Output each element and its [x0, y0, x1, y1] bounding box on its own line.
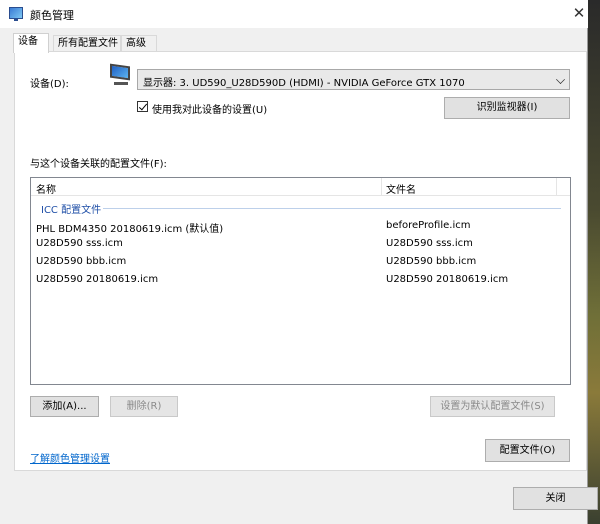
desktop-background	[588, 0, 600, 524]
profile-filename: U28D590 sss.icm	[386, 238, 473, 249]
tab-all-profiles[interactable]: 所有配置文件	[53, 35, 121, 52]
profile-name: PHL BDM4350 20180619.icm (默认值)	[36, 224, 224, 235]
use-my-settings-checkbox[interactable]	[137, 101, 148, 112]
chevron-down-icon	[556, 75, 565, 84]
profile-filename: U28D590 20180619.icm	[386, 274, 509, 285]
remove-profile-button[interactable]: 删除(R)	[110, 396, 178, 417]
set-default-profile-button[interactable]: 设置为默认配置文件(S)	[430, 396, 555, 417]
list-header: 名称 文件名	[31, 178, 570, 196]
profile-name: U28D590 20180619.icm	[36, 274, 159, 285]
list-item[interactable]: PHL BDM4350 20180619.icm (默认值) beforePro…	[31, 218, 570, 236]
close-window-button[interactable]: ✕	[568, 2, 590, 24]
color-management-window: 颜色管理 ✕ 设备 所有配置文件 高级 设备(D): 显示器: 3. UD590…	[0, 0, 598, 524]
column-header-name[interactable]: 名称	[36, 181, 56, 196]
use-my-settings-label[interactable]: 使用我对此设备的设置(U)	[152, 101, 267, 116]
device-select[interactable]: 显示器: 3. UD590_U28D590D (HDMI) - NVIDIA G…	[137, 69, 570, 90]
device-select-value: 显示器: 3. UD590_U28D590D (HDMI) - NVIDIA G…	[143, 78, 465, 89]
profile-name: U28D590 bbb.icm	[36, 256, 127, 267]
title-bar[interactable]: 颜色管理 ✕	[0, 0, 588, 28]
learn-color-management-link[interactable]: 了解颜色管理设置	[30, 450, 110, 465]
profile-filename: U28D590 bbb.icm	[386, 256, 477, 267]
device-label: 设备(D):	[30, 79, 69, 90]
list-item[interactable]: U28D590 20180619.icm U28D590 20180619.ic…	[31, 272, 570, 290]
list-item[interactable]: U28D590 bbb.icm U28D590 bbb.icm	[31, 254, 570, 272]
group-label-icc: ICC 配置文件	[41, 205, 102, 216]
associated-profiles-label: 与这个设备关联的配置文件(F):	[30, 159, 167, 170]
profile-filename: beforeProfile.icm	[386, 220, 471, 231]
column-divider[interactable]	[556, 178, 557, 196]
column-header-filename[interactable]: 文件名	[386, 181, 416, 196]
list-item[interactable]: U28D590 sss.icm U28D590 sss.icm	[31, 236, 570, 254]
identify-monitors-button[interactable]: 识别监视器(I)	[444, 97, 570, 119]
group-divider	[103, 208, 561, 209]
tab-advanced[interactable]: 高级	[121, 35, 157, 52]
add-profile-button[interactable]: 添加(A)...	[30, 396, 99, 417]
window-title: 颜色管理	[30, 9, 74, 22]
column-divider[interactable]	[381, 178, 382, 196]
tab-devices[interactable]: 设备	[13, 33, 49, 53]
profile-name: U28D590 sss.icm	[36, 238, 123, 249]
color-management-icon	[9, 7, 23, 21]
close-button[interactable]: 关闭	[513, 487, 598, 510]
profiles-list[interactable]: 名称 文件名 ICC 配置文件 PHL BDM4350 20180619.icm…	[30, 177, 571, 385]
monitor-icon	[108, 63, 134, 87]
profiles-button[interactable]: 配置文件(O)	[485, 439, 570, 462]
